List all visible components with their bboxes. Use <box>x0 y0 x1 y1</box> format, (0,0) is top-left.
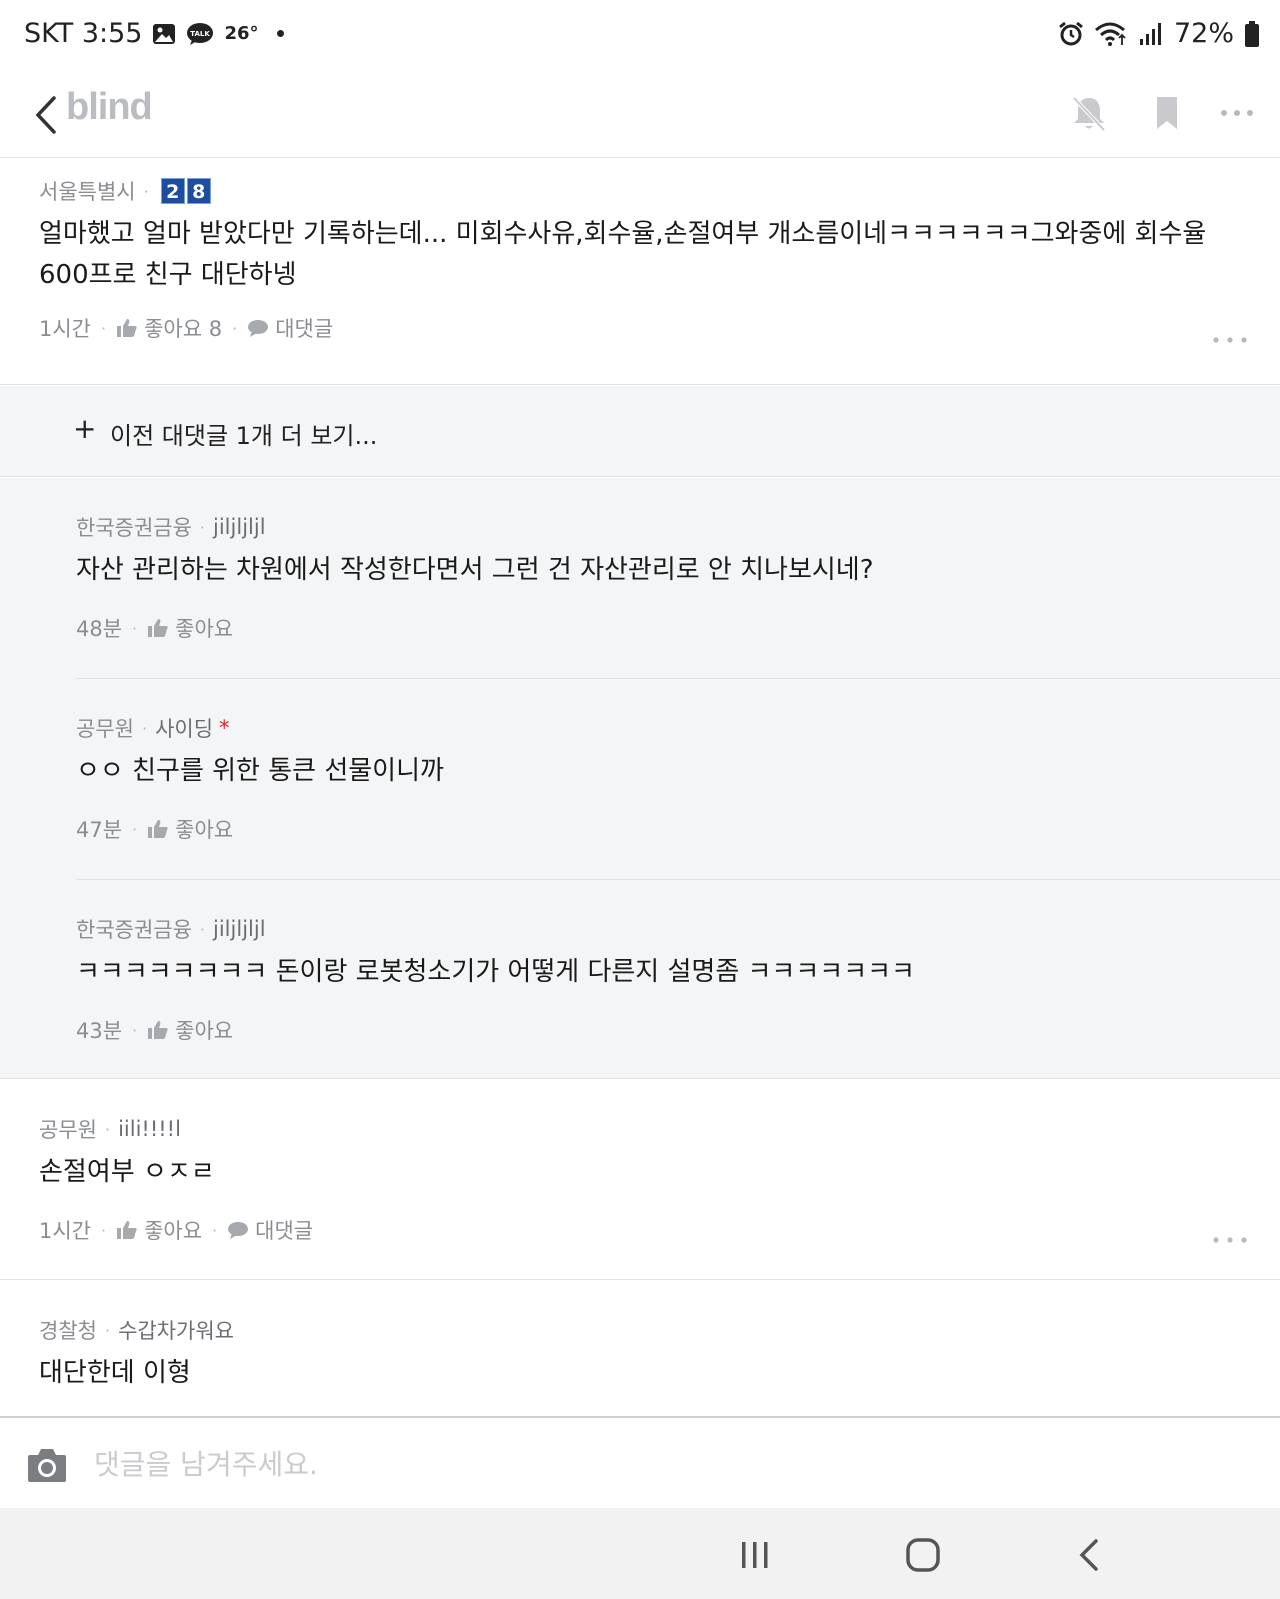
recent-apps-icon[interactable] <box>730 1530 780 1580</box>
like-label: 좋아요 8 <box>144 317 223 341</box>
camera-icon[interactable] <box>26 1446 68 1484</box>
company-name: 경찰청 <box>39 1319 97 1343</box>
company-name: 공무원 <box>39 1118 97 1142</box>
back-nav-icon[interactable] <box>1066 1530 1116 1580</box>
author-star: * <box>219 716 230 740</box>
comment-meta: 공무원 · iili!!!!l <box>39 1114 181 1144</box>
reply-text: ㅋㅋㅋㅋㅋㅋㅋㅋ 돈이랑 로봇청소기가 어떻게 다른지 설명좀 ㅋㅋㅋㅋㅋㅋㅋ <box>76 957 915 987</box>
comment-item: 서울특별시 · 2 8 얼마했고 얼마 받았다만 기록하는데... 미회수사유,… <box>0 158 1280 385</box>
reply-item: 한국증권금융 · jiljljljl 자산 관리하는 차원에서 작성한다면서 그… <box>0 478 1280 678</box>
badge-digit: 2 <box>160 178 185 204</box>
reply-meta: 공무원 · 사이딩 * <box>76 713 230 743</box>
app-header: blind <box>0 76 1280 158</box>
reply-text: 자산 관리하는 차원에서 작성한다면서 그런 건 자산관리로 안 치나보시네? <box>76 555 874 585</box>
bookmark-icon[interactable] <box>1144 90 1190 136</box>
nickname: jiljljljl <box>213 515 266 539</box>
reply-label: 대댓글 <box>275 317 334 341</box>
like-button[interactable]: 좋아요 <box>147 613 233 643</box>
nickname: jiljljljl <box>213 917 266 941</box>
load-more-label: 이전 대댓글 1개 더 보기... <box>110 422 378 450</box>
nickname: 수갑차가워요 <box>118 1319 234 1343</box>
comment-meta: 서울특별시 · 2 8 <box>39 176 211 206</box>
reply-time: 43분 <box>76 1019 123 1043</box>
like-label: 좋아요 <box>175 617 234 641</box>
alarm-icon <box>1059 21 1083 45</box>
system-nav-bar <box>0 1508 1280 1599</box>
gallery-icon <box>153 23 176 44</box>
reply-time: 47분 <box>76 818 123 842</box>
thumbs-up-icon <box>148 619 168 637</box>
brand-logo: blind <box>66 86 153 128</box>
thumbs-up-icon <box>148 820 168 838</box>
reply-actions: 48분 · 좋아요 <box>76 613 233 643</box>
comment-input-bar <box>0 1416 1280 1508</box>
like-label: 좋아요 <box>175 818 234 842</box>
badge-digit: 8 <box>186 178 211 204</box>
kakaotalk-icon: TALK <box>187 22 214 45</box>
load-more-replies[interactable]: + 이전 대댓글 1개 더 보기... <box>0 386 1280 477</box>
company-name: 한국증권금융 <box>76 918 192 942</box>
company-name: 한국증권금융 <box>76 516 192 540</box>
reply-meta: 한국증권금융 · jiljljljl <box>76 914 266 944</box>
plus-icon: + <box>73 412 97 445</box>
comment-text: 얼마했고 얼마 받았다만 기록하는데... 미회수사유,회수율,손절여부 개소름… <box>39 219 1207 290</box>
more-options-icon[interactable] <box>1214 90 1260 136</box>
speech-bubble-icon <box>228 1222 249 1239</box>
comment-text: 손절여부 ㅇㅈㄹ <box>39 1157 215 1187</box>
battery-percent: 72% <box>1173 18 1234 49</box>
reply-time: 48분 <box>76 617 123 641</box>
bell-off-icon[interactable] <box>1066 90 1112 136</box>
reply-actions: 47분 · 좋아요 <box>76 814 233 844</box>
thumbs-up-icon <box>148 1021 168 1039</box>
reply-button[interactable]: 대댓글 <box>227 1215 313 1245</box>
like-button[interactable]: 좋아요 <box>116 1215 202 1245</box>
notification-dot <box>276 30 284 37</box>
thumbs-up-icon <box>117 1221 137 1239</box>
comment-time: 1시간 <box>39 317 92 341</box>
comment-more-icon[interactable] <box>1210 1234 1250 1246</box>
replies-section: 한국증권금융 · jiljljljl 자산 관리하는 차원에서 작성한다면서 그… <box>0 478 1280 1079</box>
speech-bubble-icon <box>248 320 269 337</box>
carrier-time: SKT 3:55 <box>24 18 143 49</box>
home-icon[interactable] <box>898 1530 948 1580</box>
signal-icon <box>1139 22 1161 45</box>
comment-time: 1시간 <box>39 1219 92 1243</box>
nickname: 사이딩 <box>155 717 214 741</box>
reply-meta: 한국증권금융 · jiljljljl <box>76 512 266 542</box>
comment-input[interactable] <box>94 1442 1244 1486</box>
like-button[interactable]: 좋아요 8 <box>116 313 222 343</box>
nickname: iili!!!!l <box>118 1117 181 1141</box>
talk-label: TALK <box>191 30 211 38</box>
reply-label: 대댓글 <box>255 1219 314 1243</box>
status-bar: SKT 3:55 TALK 26° 72% <box>0 0 1280 76</box>
wifi-icon <box>1095 22 1126 46</box>
rating-badge: 2 8 <box>160 178 211 204</box>
back-icon[interactable] <box>26 88 70 142</box>
like-button[interactable]: 좋아요 <box>147 814 233 844</box>
reply-item: 한국증권금융 · jiljljljl ㅋㅋㅋㅋㅋㅋㅋㅋ 돈이랑 로봇청소기가 어… <box>0 880 1280 1079</box>
reply-item: 공무원 · 사이딩 * ㅇㅇ 친구를 위한 통큰 선물이니까 47분 · 좋아요 <box>0 679 1280 879</box>
company-name: 서울특별시 <box>39 180 136 204</box>
reply-button[interactable]: 대댓글 <box>247 313 333 343</box>
like-label: 좋아요 <box>144 1219 203 1243</box>
weather-temp: 26° <box>224 23 259 44</box>
comment-item: 공무원 · iili!!!!l 손절여부 ㅇㅈㄹ 1시간 · 좋아요 · 대댓글 <box>0 1080 1280 1280</box>
reply-text: ㅇㅇ 친구를 위한 통큰 선물이니까 <box>76 756 444 786</box>
company-name: 공무원 <box>76 717 134 741</box>
comment-item: 경찰청 · 수갑차가워요 대단한데 이형 <box>0 1281 1280 1416</box>
comment-actions: 1시간 · 좋아요 · 대댓글 <box>39 1215 313 1245</box>
comment-text: 대단한데 이형 <box>39 1358 191 1388</box>
like-button[interactable]: 좋아요 <box>147 1015 233 1045</box>
comment-actions: 1시간 · 좋아요 8 · 대댓글 <box>39 313 333 343</box>
comment-more-icon[interactable] <box>1210 334 1250 346</box>
battery-icon <box>1245 20 1259 47</box>
thumbs-up-icon <box>117 319 137 337</box>
like-label: 좋아요 <box>175 1019 234 1043</box>
comment-meta: 경찰청 · 수갑차가워요 <box>39 1315 234 1345</box>
reply-actions: 43분 · 좋아요 <box>76 1015 233 1045</box>
